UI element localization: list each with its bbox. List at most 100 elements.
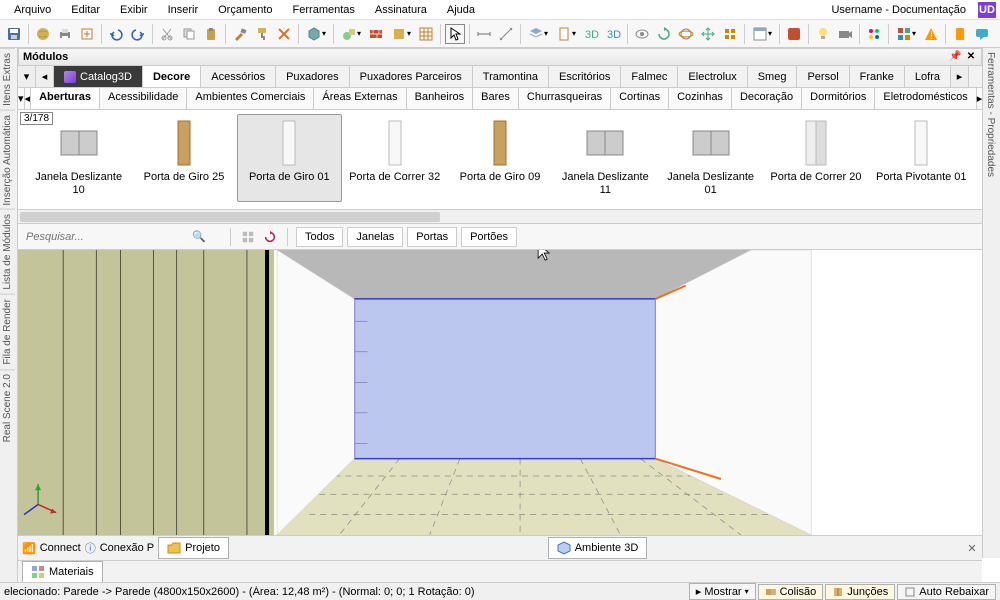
palette-icon[interactable]	[864, 24, 884, 44]
camera-icon[interactable]	[835, 24, 855, 44]
pan-icon[interactable]	[698, 24, 718, 44]
orbit-icon[interactable]	[676, 24, 696, 44]
vtab-insercao[interactable]: Inserção Automática	[0, 110, 15, 210]
eye-icon[interactable]	[632, 24, 652, 44]
module-dropdown-icon[interactable]: ▾	[303, 26, 329, 42]
tab-decore[interactable]: Decore	[143, 66, 201, 87]
menu-editar[interactable]: Editar	[61, 2, 110, 18]
filter-todos[interactable]: Todos	[296, 227, 343, 247]
cat-ambientes[interactable]: Ambientes Comerciais	[187, 88, 314, 109]
connect-label[interactable]: Connect	[40, 542, 81, 554]
doc-dropdown-icon[interactable]: ▾	[553, 26, 579, 42]
connect-icon[interactable]: 📶	[22, 542, 36, 555]
status-juncoes[interactable]: Junções	[825, 584, 895, 600]
3d-viewport[interactable]	[18, 250, 982, 536]
layer-dropdown-icon[interactable]: ▾	[525, 26, 551, 42]
pin-icon[interactable]: 📌	[949, 51, 961, 63]
tab-ambiente-3d[interactable]: Ambiente 3D	[548, 537, 648, 559]
cat-dormitorios[interactable]: Dormitórios	[802, 88, 875, 109]
filter-janelas[interactable]: Janelas	[347, 227, 403, 247]
search-input[interactable]	[22, 229, 192, 245]
tab-falmec[interactable]: Falmec	[621, 66, 678, 87]
tile-dropdown-icon[interactable]: ▾	[893, 26, 919, 42]
cat-cortinas[interactable]: Cortinas	[611, 88, 669, 109]
cat-churrasqueiras[interactable]: Churrasqueiras	[519, 88, 611, 109]
thumb-janela-deslizante-10[interactable]: Janela Deslizante 10	[26, 114, 131, 202]
cut-icon[interactable]	[157, 24, 177, 44]
tab-materiais[interactable]: Materiais	[22, 561, 103, 583]
cat-bares[interactable]: Bares	[473, 88, 519, 109]
thumb-porta-giro-25[interactable]: Porta de Giro 25	[131, 114, 236, 202]
copy-icon[interactable]	[179, 24, 199, 44]
menu-orcamento[interactable]: Orçamento	[208, 2, 282, 18]
tab-catalog3d[interactable]: Catalog3D	[54, 66, 143, 87]
thumb-porta-pivotante-01[interactable]: Porta Pivotante 01	[869, 114, 974, 202]
vtab-ferramentas-prop[interactable]: Ferramentas - Propriedades	[983, 48, 998, 181]
close-view-icon[interactable]: ✕	[966, 542, 978, 555]
thumb-janela-deslizante-01[interactable]: Janela Deslizante 01	[658, 114, 763, 202]
menu-inserir[interactable]: Inserir	[158, 2, 209, 18]
3d-a-icon[interactable]: 3D	[581, 24, 601, 44]
menu-arquivo[interactable]: Arquivo	[4, 2, 61, 18]
filter-portoes[interactable]: Portões	[461, 227, 517, 247]
undo-icon[interactable]	[106, 24, 126, 44]
shape-dropdown-icon[interactable]: ▾	[338, 26, 364, 42]
rotate-icon[interactable]	[654, 24, 674, 44]
cat-areas-externas[interactable]: Áreas Externas	[314, 88, 406, 109]
tab-puxadores-parceiros[interactable]: Puxadores Parceiros	[350, 66, 473, 87]
user-badge[interactable]: UD	[978, 2, 996, 18]
thumbs-scrollbar[interactable]	[18, 210, 982, 224]
tab-nav-left[interactable]: ◂	[36, 66, 54, 87]
filter-settings-icon[interactable]	[239, 228, 257, 246]
hammer-icon[interactable]	[230, 24, 250, 44]
paint-icon[interactable]	[252, 24, 272, 44]
paste-icon[interactable]	[201, 24, 221, 44]
brick-icon[interactable]	[366, 24, 386, 44]
redo-icon[interactable]	[128, 24, 148, 44]
thumb-porta-giro-09[interactable]: Porta de Giro 09	[447, 114, 552, 202]
cat-decoracao[interactable]: Decoração	[732, 88, 802, 109]
cat-eletrodomesticos[interactable]: Eletrodomésticos	[875, 88, 976, 109]
tab-nav-right[interactable]: ▸	[951, 66, 969, 87]
menu-ferramentas[interactable]: Ferramentas	[283, 2, 365, 18]
vtab-itens-extras[interactable]: Itens Extras	[0, 48, 15, 110]
tab-escritorios[interactable]: Escritórios	[549, 66, 621, 87]
vtab-fila-render[interactable]: Fila de Render	[0, 294, 15, 369]
menu-ajuda[interactable]: Ajuda	[437, 2, 485, 18]
tab-tramontina[interactable]: Tramontina	[473, 66, 549, 87]
cat-nav-right[interactable]: ▸	[977, 88, 984, 109]
thumb-porta-correr-20[interactable]: Porta de Correr 20	[763, 114, 868, 202]
menu-exibir[interactable]: Exibir	[110, 2, 158, 18]
status-colisao[interactable]: Colisão	[758, 584, 824, 600]
grid-icon[interactable]	[416, 24, 436, 44]
wall-dropdown-icon[interactable]: ▾	[388, 26, 414, 42]
explode-icon[interactable]	[720, 24, 740, 44]
measure2-icon[interactable]	[496, 24, 516, 44]
tab-franke[interactable]: Franke	[850, 66, 905, 87]
conexao-label[interactable]: Conexão P	[100, 542, 154, 554]
tab-puxadores[interactable]: Puxadores	[276, 66, 350, 87]
tab-projeto[interactable]: Projeto	[158, 537, 229, 559]
pointer-icon[interactable]	[445, 24, 465, 44]
print-icon[interactable]	[55, 24, 75, 44]
cat-cozinhas[interactable]: Cozinhas	[669, 88, 732, 109]
status-mostrar[interactable]: ▸Mostrar▾	[689, 583, 756, 600]
light-icon[interactable]	[813, 24, 833, 44]
globe-icon[interactable]	[33, 24, 53, 44]
refresh-icon[interactable]	[261, 228, 279, 246]
tab-lofra[interactable]: Lofra	[905, 66, 951, 87]
3d-b-icon[interactable]: 3D	[603, 24, 623, 44]
logo-icon[interactable]	[784, 24, 804, 44]
tab-nav-dropdown[interactable]: ▾	[18, 66, 36, 87]
filter-portas[interactable]: Portas	[407, 227, 457, 247]
delete-icon[interactable]	[274, 24, 294, 44]
menu-assinatura[interactable]: Assinatura	[365, 2, 437, 18]
tab-smeg[interactable]: Smeg	[748, 66, 798, 87]
export-icon[interactable]	[77, 24, 97, 44]
cat-banheiros[interactable]: Banheiros	[407, 88, 474, 109]
window-dropdown-icon[interactable]: ▾	[749, 26, 775, 42]
vtab-lista-modulos[interactable]: Lista de Módulos	[0, 209, 15, 294]
tab-persol[interactable]: Persol	[797, 66, 849, 87]
doc-orange-icon[interactable]	[950, 24, 970, 44]
thumb-porta-correr-32[interactable]: Porta de Correr 32	[342, 114, 447, 202]
